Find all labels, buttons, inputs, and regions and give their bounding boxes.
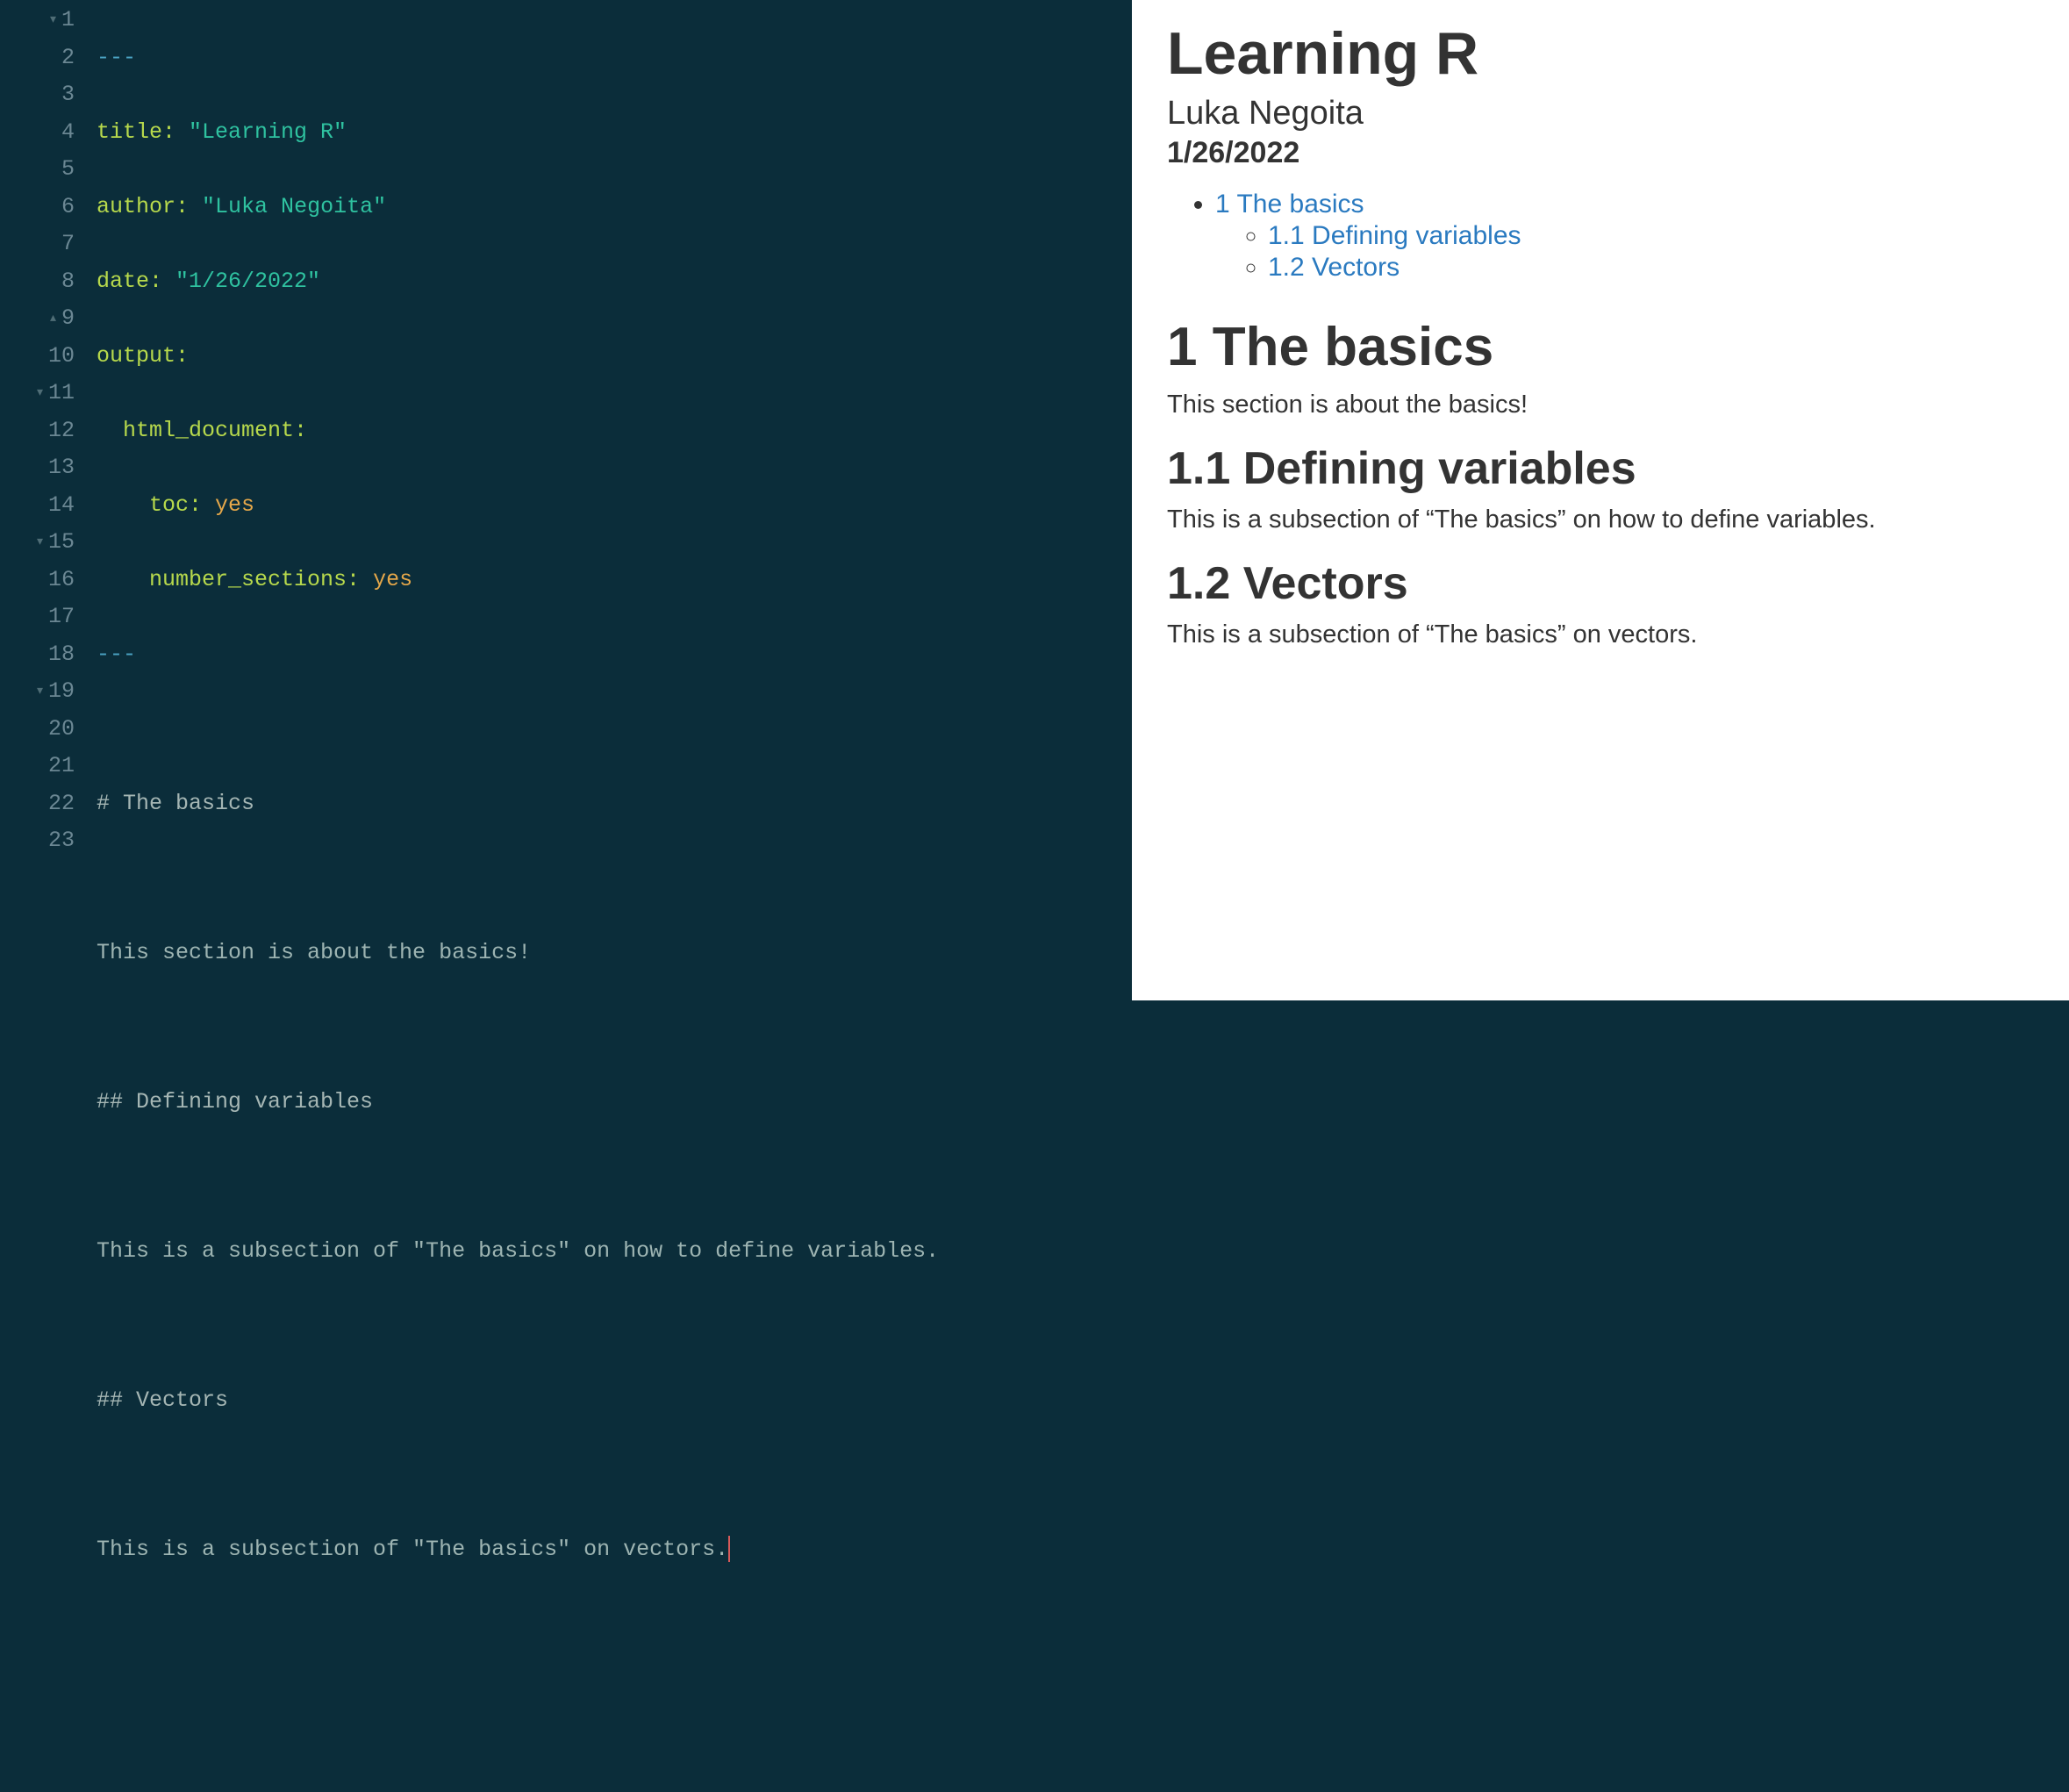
- line-number-gutter: ▾1 2 3 4 5 6 7 8 ▴9 10 ▾11 12 13 14 ▾15 …: [0, 0, 83, 1000]
- fold-down-icon[interactable]: ▾: [31, 524, 43, 562]
- toc-link-vectors[interactable]: 1.2 Vectors: [1268, 253, 1400, 282]
- markdown-text: This is a subsection of "The basics" on …: [97, 1537, 728, 1562]
- yaml-string: "Learning R": [189, 119, 347, 145]
- table-of-contents: 1 The basics 1.1 Defining variables 1.2 …: [1167, 190, 2034, 283]
- toc-link-basics[interactable]: 1 The basics: [1215, 190, 1364, 219]
- section-heading-basics: 1 The basics: [1167, 316, 2034, 378]
- section-body: This section is about the basics!: [1167, 391, 2034, 419]
- fold-up-icon[interactable]: ▴: [44, 300, 56, 338]
- yaml-key: author:: [97, 194, 189, 219]
- fold-down-icon[interactable]: ▾: [31, 673, 43, 711]
- section-body: This is a subsection of “The basics” on …: [1167, 505, 2034, 534]
- yaml-key: html_document:: [123, 418, 307, 443]
- page-title: Learning R: [1167, 19, 2034, 88]
- yaml-value: yes: [215, 492, 254, 518]
- editor-pane[interactable]: ▾1 2 3 4 5 6 7 8 ▴9 10 ▾11 12 13 14 ▾15 …: [0, 0, 1132, 1000]
- section-heading-vectors: 1.2 Vectors: [1167, 557, 2034, 610]
- yaml-delimiter: ---: [97, 642, 136, 667]
- toc-link-defining-variables[interactable]: 1.1 Defining variables: [1268, 221, 1521, 250]
- markdown-heading: ## Vectors: [97, 1387, 228, 1413]
- markdown-heading: ## Defining variables: [97, 1089, 373, 1115]
- yaml-delimiter: ---: [97, 45, 136, 70]
- yaml-key: title:: [97, 119, 175, 145]
- section-heading-defining-variables: 1.1 Defining variables: [1167, 442, 2034, 495]
- yaml-key: number_sections:: [149, 567, 360, 592]
- yaml-string: "1/26/2022": [175, 269, 320, 294]
- code-area[interactable]: --- title: "Learning R" author: "Luka Ne…: [83, 0, 939, 1000]
- yaml-string: "Luka Negoita": [202, 194, 386, 219]
- yaml-key: date:: [97, 269, 162, 294]
- yaml-value: yes: [373, 567, 412, 592]
- fold-down-icon[interactable]: ▾: [31, 375, 43, 412]
- markdown-text: This is a subsection of "The basics" on …: [97, 1238, 939, 1264]
- fold-down-icon[interactable]: ▾: [44, 2, 56, 39]
- yaml-key: toc:: [149, 492, 202, 518]
- markdown-heading: # The basics: [97, 791, 254, 816]
- markdown-text: This section is about the basics!: [97, 940, 531, 965]
- yaml-key: output:: [97, 343, 189, 369]
- cursor-icon: [728, 1536, 730, 1562]
- date-label: 1/26/2022: [1167, 136, 2034, 170]
- author-label: Luka Negoita: [1167, 95, 2034, 133]
- section-body: This is a subsection of “The basics” on …: [1167, 620, 2034, 649]
- preview-pane: Learning R Luka Negoita 1/26/2022 1 The …: [1132, 0, 2069, 1000]
